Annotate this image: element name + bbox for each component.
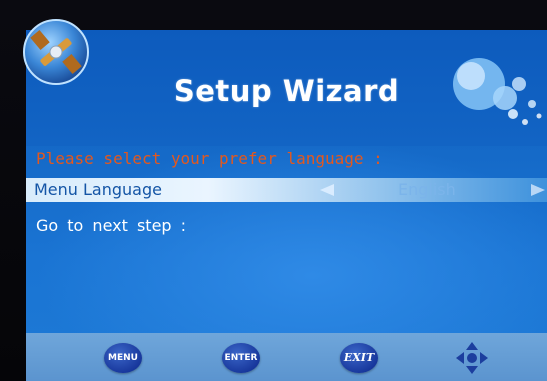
arrow-right-icon[interactable]	[531, 184, 545, 196]
menu-button[interactable]: MENU	[104, 343, 142, 373]
language-prompt: Please select your prefer language :	[36, 149, 383, 168]
satellite-icon	[23, 19, 89, 85]
next-step-item[interactable]: Go to next step :	[36, 216, 186, 235]
menu-language-label: Menu Language	[34, 180, 162, 199]
enter-button[interactable]: ENTER	[222, 343, 260, 373]
menu-language-row[interactable]: Menu Language English	[26, 178, 547, 202]
exit-button[interactable]: EXIT	[340, 343, 378, 373]
button-bar: MENU ENTER EXIT	[26, 333, 547, 381]
menu-language-value[interactable]: English	[398, 180, 456, 199]
navigation-arrows-icon[interactable]	[454, 340, 490, 376]
arrow-left-icon[interactable]	[320, 184, 334, 196]
tv-screen: Setup Wizard Please select your prefer l…	[26, 30, 547, 381]
bubbles-icon	[453, 58, 542, 125]
